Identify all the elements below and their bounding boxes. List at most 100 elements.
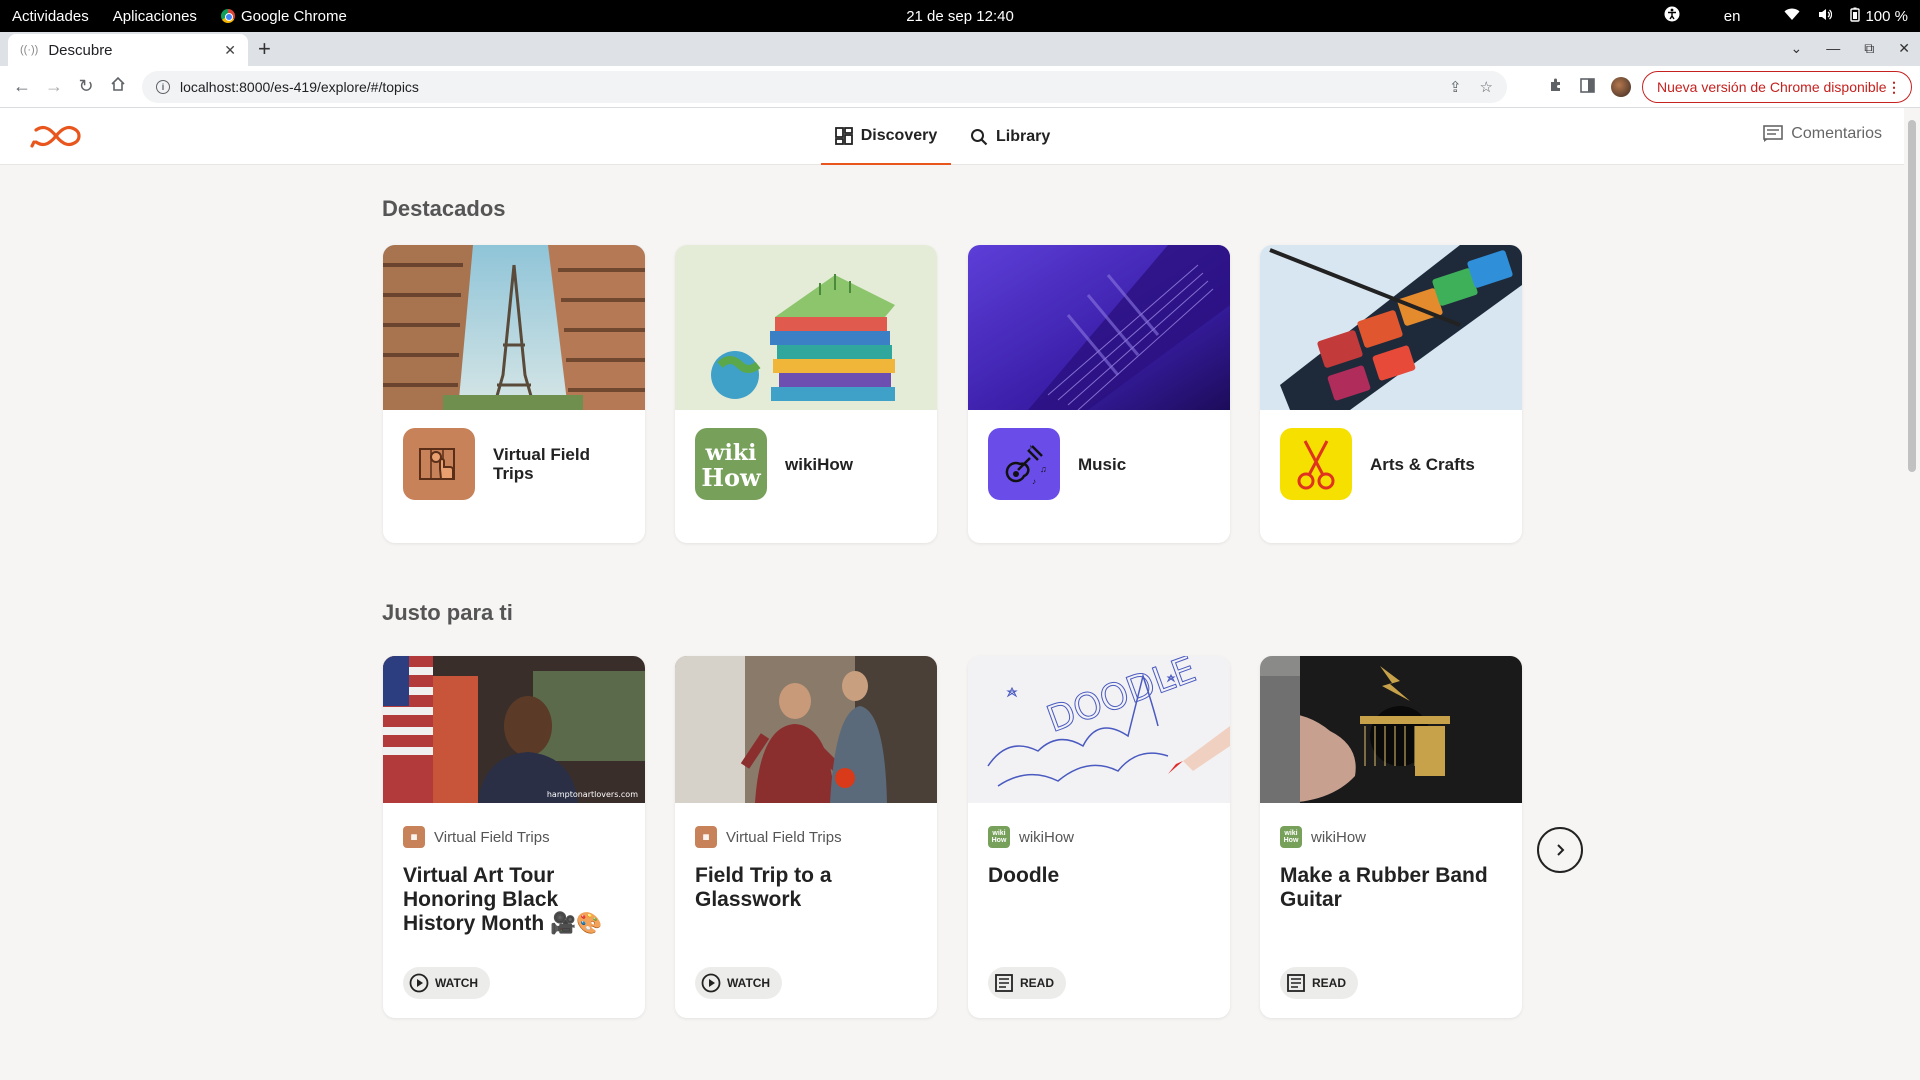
new-tab-button[interactable]: + — [258, 38, 271, 60]
content-card[interactable]: ▦ Virtual Field Trips Field Trip to a Gl… — [675, 656, 937, 1018]
watermark: hamptonartlovers.com — [547, 790, 638, 799]
bookmark-star-icon[interactable]: ☆ — [1480, 78, 1493, 96]
os-top-bar: Actividades Aplicaciones Google Chrome 2… — [0, 0, 1920, 32]
map-pointer-icon — [403, 428, 475, 500]
eiffel-tower-image — [383, 245, 645, 411]
page-scrollbar[interactable] — [1904, 108, 1920, 1080]
battery-icon[interactable] — [1850, 7, 1861, 26]
restore-icon[interactable]: ⧉ — [1864, 40, 1874, 57]
tab-discovery[interactable]: Discovery — [821, 108, 951, 165]
close-tab-icon[interactable]: ✕ — [224, 42, 236, 59]
url-text: localhost:8000/es-419/explore/#/topics — [180, 79, 419, 95]
back-icon[interactable]: ← — [6, 76, 38, 97]
tab-search-icon[interactable]: ⌄ — [1791, 40, 1803, 57]
paint-palette-image — [1260, 245, 1522, 410]
read-button[interactable]: READ — [1280, 967, 1359, 999]
svg-text:How: How — [701, 463, 762, 492]
endless-logo-icon[interactable] — [30, 122, 82, 150]
featured-card[interactable]: Arts & Crafts — [1260, 245, 1522, 543]
reload-icon[interactable]: ↻ — [70, 76, 102, 97]
svg-text:♪: ♪ — [1032, 477, 1036, 486]
minimize-icon[interactable]: — — [1826, 40, 1840, 57]
scissors-icon — [1280, 428, 1352, 500]
tab-library[interactable]: Library — [970, 108, 1050, 165]
content-card[interactable]: hamptonartlovers.com ▦ Virtual Field Tri… — [383, 656, 645, 1018]
carousel-next-button[interactable] — [1537, 827, 1583, 873]
feedback-label: Comentarios — [1791, 125, 1882, 142]
update-label: Nueva versión de Chrome disponible — [1657, 79, 1887, 95]
url-input[interactable]: i localhost:8000/es-419/explore/#/topics… — [142, 71, 1507, 103]
featured-card[interactable]: wiki How wikiHow — [675, 245, 937, 543]
video-thumbnail-image: hamptonartlovers.com — [383, 656, 645, 803]
scroll-thumb[interactable] — [1908, 120, 1916, 472]
action-label: WATCH — [727, 976, 771, 990]
featured-label: wikiHow — [785, 454, 854, 474]
language-indicator[interactable]: en — [1724, 8, 1741, 25]
for-you-section-title: Justo para ti — [382, 600, 513, 625]
wikihow-logo-icon: wiki How — [695, 428, 767, 500]
broadcast-icon: ((·)) — [20, 44, 39, 56]
wikihow-logo-icon: wiki How — [1280, 826, 1302, 848]
map-pointer-icon: ▦ — [695, 826, 717, 848]
tab-strip: ((·)) Descubre ✕ + ⌄ — ⧉ ✕ — [0, 32, 1920, 66]
profile-avatar[interactable] — [1611, 77, 1631, 97]
forward-icon[interactable]: → — [38, 76, 70, 97]
clock[interactable]: 21 de sep 12:40 — [906, 8, 1014, 25]
featured-card[interactable]: Virtual Field Trips — [383, 245, 645, 543]
address-bar: ← → ↻ i localhost:8000/es-419/explore/#/… — [0, 66, 1920, 108]
tab-library-label: Library — [996, 127, 1051, 145]
chrome-update-button[interactable]: Nueva versión de Chrome disponible ⋮ — [1642, 71, 1912, 103]
chevron-right-icon — [1557, 844, 1565, 856]
featured-label: Virtual Field Trips — [493, 445, 590, 483]
svg-text:♪: ♪ — [1028, 442, 1033, 452]
source-label: wikiHow — [1311, 828, 1367, 846]
content-card[interactable]: DOODLE wiki How wikiHow Doodle READ — [968, 656, 1230, 1018]
applications-button[interactable]: Aplicaciones — [113, 8, 197, 25]
guitar-icon: ♪ ♫ ♪ — [988, 428, 1060, 500]
svg-text:♫: ♫ — [1040, 464, 1047, 474]
chrome-icon — [220, 9, 235, 23]
site-info-icon[interactable]: i — [156, 80, 170, 94]
action-label: READ — [1020, 976, 1055, 990]
app-name: Google Chrome — [240, 7, 347, 25]
tab-title: Descubre — [48, 41, 113, 59]
featured-label: Arts & Crafts — [1370, 454, 1475, 474]
side-panel-icon[interactable] — [1580, 77, 1595, 97]
action-label: WATCH — [435, 976, 479, 990]
source-label: wikiHow — [1019, 828, 1075, 846]
read-button[interactable]: READ — [988, 967, 1067, 999]
content-title: Field Trip to a Glasswork — [695, 864, 832, 911]
app-menu[interactable]: Google Chrome — [220, 7, 347, 25]
watch-button[interactable]: WATCH — [695, 967, 783, 999]
share-icon[interactable]: ⇪ — [1449, 78, 1462, 96]
search-icon — [971, 128, 988, 145]
home-icon[interactable] — [102, 76, 134, 97]
extensions-icon[interactable] — [1548, 77, 1564, 97]
battery-level: 100 % — [1865, 7, 1908, 25]
source-label: Virtual Field Trips — [726, 828, 842, 846]
map-pointer-icon: ▦ — [403, 826, 425, 848]
article-icon — [995, 974, 1013, 992]
featured-section-title: Destacados — [382, 196, 506, 221]
wifi-icon[interactable] — [1784, 8, 1800, 25]
volume-icon[interactable] — [1818, 8, 1833, 25]
source-label: Virtual Field Trips — [434, 828, 550, 846]
wikihow-logo-icon: wiki How — [988, 826, 1010, 848]
article-icon — [1287, 974, 1305, 992]
accessibility-icon[interactable] — [1664, 6, 1680, 26]
video-thumbnail-image — [675, 656, 937, 803]
activities-button[interactable]: Actividades — [12, 8, 89, 25]
action-label: READ — [1312, 976, 1347, 990]
feedback-button[interactable]: Comentarios — [1763, 125, 1882, 143]
close-window-icon[interactable]: ✕ — [1898, 40, 1910, 57]
content-card[interactable]: wiki How wikiHow Make a Rubber Band Guita… — [1260, 656, 1522, 1018]
comment-icon — [1763, 125, 1784, 142]
app-header: Discovery Library Comentarios — [0, 108, 1904, 165]
grid-icon — [834, 126, 853, 145]
featured-card[interactable]: ♪ ♫ ♪ Music — [968, 245, 1230, 543]
watch-button[interactable]: WATCH — [403, 967, 491, 999]
article-thumbnail-image — [1260, 656, 1522, 803]
menu-icon[interactable]: ⋮ — [1887, 79, 1901, 96]
content-title: Make a Rubber Band Guitar — [1280, 864, 1488, 911]
browser-tab[interactable]: ((·)) Descubre ✕ — [8, 34, 248, 66]
